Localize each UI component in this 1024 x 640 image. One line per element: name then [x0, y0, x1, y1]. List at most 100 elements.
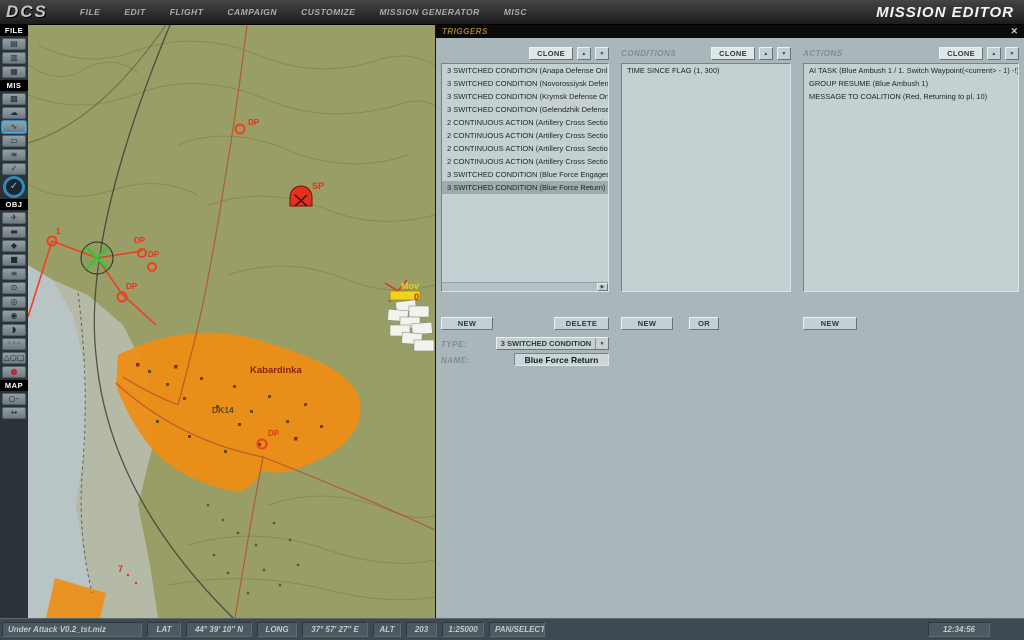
conditions-listbox: TIME SINCE FLAG (1, 300): [621, 63, 791, 292]
new-action-button[interactable]: NEW: [803, 317, 857, 330]
mission-editor-window: DCS FILE EDIT FLIGHT CAMPAIGN CUSTOMIZE MISSI…: [0, 0, 1024, 640]
action-item[interactable]: AI TASK (Blue Ambush 1 / 1. Switch Waypo…: [804, 64, 1018, 77]
toolbar-sidebar: FILE ▤▥▦ MIS ▩☁∿▭≡✓✓ OBJ ✈▬◆■≡⊙◎◉◗◦◦◦△○□…: [0, 25, 28, 618]
new-condition-button[interactable]: NEW: [621, 317, 673, 330]
svg-text:DP: DP: [248, 118, 260, 127]
conditions-label: CONDITIONS: [621, 49, 676, 58]
save-mission-icon[interactable]: ▦: [2, 66, 26, 78]
long-value: 37° 57' 27'' E: [302, 622, 368, 637]
bullseye-icon[interactable]: ●: [2, 366, 26, 378]
move-action-up-button[interactable]: ▲: [987, 47, 1001, 60]
helicopter-icon[interactable]: ▬: [2, 226, 26, 238]
open-mission-icon[interactable]: ▥: [2, 52, 26, 64]
clone-trigger-button[interactable]: CLONE: [529, 47, 573, 60]
cursor-mode: PAN/SELECT: [489, 622, 545, 637]
clone-action-button[interactable]: CLONE: [939, 47, 983, 60]
vehicle-group-icon[interactable]: ≡: [2, 268, 26, 280]
briefing-icon[interactable]: ≡: [2, 149, 26, 161]
ship-icon[interactable]: ◆: [2, 240, 26, 252]
radio-beacon-icon[interactable]: ◎: [2, 296, 26, 308]
move-trigger-up-button[interactable]: ▲: [577, 47, 591, 60]
triggers-panel-title: TRIGGERS: [442, 27, 488, 36]
actions-label: ACTIONS: [803, 49, 843, 58]
trigger-type-value: 3 SWITCHED CONDITION: [497, 339, 595, 348]
scroll-right-icon[interactable]: ▶: [597, 283, 608, 291]
or-condition-button[interactable]: OR: [689, 317, 719, 330]
initial-point-icon[interactable]: ◉: [2, 310, 26, 322]
alt-value: 203: [406, 622, 437, 637]
ruler-icon[interactable]: ↔: [2, 407, 26, 419]
airplane-icon[interactable]: ✈: [2, 212, 26, 224]
trigger-item[interactable]: 3 SWITCHED CONDITION (Novorossiysk Defen…: [442, 77, 608, 90]
zone-tool-icon[interactable]: ▭: [2, 135, 26, 147]
move-trigger-down-button[interactable]: ▼: [595, 47, 609, 60]
menu-item-edit[interactable]: EDIT: [124, 7, 145, 17]
trigger-item[interactable]: 2 CONTINUOUS ACTION (Artillery Cross Sec…: [442, 129, 608, 142]
trigger-item[interactable]: 2 CONTINUOUS ACTION (Artillery Cross Sec…: [442, 116, 608, 129]
new-mission-icon[interactable]: ▤: [2, 38, 26, 50]
svg-text:DP: DP: [134, 236, 146, 245]
route-tool-icon[interactable]: ∿: [2, 121, 26, 133]
condition-item[interactable]: TIME SINCE FLAG (1, 300): [622, 64, 790, 77]
trigger-name-input[interactable]: Blue Force Return: [514, 353, 609, 366]
menu-item-misc[interactable]: MISC: [504, 7, 527, 17]
trigger-item[interactable]: 3 SWITCHED CONDITION (Blue Force Engaged…: [442, 168, 608, 181]
static-object-icon[interactable]: ⊙: [2, 282, 26, 294]
action-item[interactable]: GROUP RESUME (Blue Ambush 1): [804, 77, 1018, 90]
district-label: DK14: [212, 405, 234, 415]
blue-ambush-unit-marker[interactable]: [81, 242, 113, 274]
menu-item-campaign[interactable]: CAMPAIGN: [227, 7, 277, 17]
svg-text:7: 7: [118, 564, 123, 574]
conditions-column: CONDITIONS CLONE ▲ ▼ TIME SINCE FLAG (1,…: [621, 46, 791, 292]
template-icon[interactable]: ◦◦◦: [2, 338, 26, 350]
actions-listbox: AI TASK (Blue Ambush 1 / 1. Switch Waypo…: [803, 63, 1019, 292]
triggers-column: CLONE ▲ ▼ 3 SWITCHED CONDITION (Anapa De…: [441, 46, 609, 292]
sidebar-section-file: FILE: [0, 25, 28, 36]
cargo-ship-icon[interactable]: ◗: [2, 324, 26, 336]
menu-item-mission-generator[interactable]: MISSION GENERATOR: [379, 7, 479, 17]
clone-condition-button[interactable]: CLONE: [711, 47, 755, 60]
triggers-list-hscrollbar[interactable]: ▶: [442, 282, 608, 291]
svg-text:DP: DP: [148, 250, 160, 259]
svg-text:DP: DP: [268, 429, 280, 438]
new-trigger-button[interactable]: NEW: [441, 317, 493, 330]
mission-options-icon[interactable]: ▩: [2, 93, 26, 105]
clock-time: 12:34:56: [928, 622, 990, 637]
type-field-label: TYPE:: [441, 340, 467, 349]
mission-filename: Under Attack V0.2_tst.miz: [2, 622, 142, 637]
town-label: Kabardinka: [250, 365, 302, 376]
menu-item-customize[interactable]: CUSTOMIZE: [301, 7, 355, 17]
menu-item-flight[interactable]: FLIGHT: [170, 7, 204, 17]
map-scale: 1:25000: [442, 622, 484, 637]
clock-icon[interactable]: ✓: [4, 177, 24, 197]
actions-column: ACTIONS CLONE ▲ ▼ AI TASK (Blue Ambush 1…: [803, 46, 1019, 292]
trigger-item[interactable]: 2 CONTINUOUS ACTION (Artillery Cross Sec…: [442, 155, 608, 168]
triggers-panel-titlebar: TRIGGERS ✕: [436, 25, 1024, 38]
trigger-item[interactable]: 3 SWITCHED CONDITION (Krymsk Defense Onl…: [442, 90, 608, 103]
move-condition-up-button[interactable]: ▲: [759, 47, 773, 60]
trigger-type-dropdown[interactable]: 3 SWITCHED CONDITION ▼: [496, 337, 609, 350]
sidebar-section-mis: MIS: [0, 80, 28, 91]
close-icon[interactable]: ✕: [1010, 27, 1018, 36]
move-condition-down-button[interactable]: ▼: [777, 47, 791, 60]
weather-icon[interactable]: ☁: [2, 107, 26, 119]
menu-bar: DCS FILE EDIT FLIGHT CAMPAIGN CUSTOMIZE MISSI…: [0, 0, 1024, 25]
trigger-item[interactable]: 3 SWITCHED CONDITION (Anapa Defense Onli…: [442, 64, 608, 77]
shapes-icon[interactable]: △○□: [2, 352, 26, 364]
move-action-down-button[interactable]: ▼: [1005, 47, 1019, 60]
vehicle-icon[interactable]: ■: [2, 254, 26, 266]
delete-trigger-button[interactable]: DELETE: [554, 317, 609, 330]
menu-item-file[interactable]: FILE: [80, 7, 100, 17]
action-item[interactable]: MESSAGE TO COALITION (Red, Returning to …: [804, 90, 1018, 103]
trigger-item[interactable]: 3 SWITCHED CONDITION (Blue Force Return): [442, 181, 608, 194]
trigger-item[interactable]: 2 CONTINUOUS ACTION (Artillery Cross Sec…: [442, 142, 608, 155]
map-canvas[interactable]: 1 DP DP DP DP DP: [28, 25, 435, 618]
goal-check-icon[interactable]: ✓: [2, 163, 26, 175]
dcs-logo: DCS: [6, 2, 48, 22]
trigger-item[interactable]: 3 SWITCHED CONDITION (Gelendzhik Defense…: [442, 103, 608, 116]
svg-text:Mov: Mov: [401, 281, 419, 291]
page-title: MISSION EDITOR: [876, 4, 1014, 21]
map-layers-icon[interactable]: ○–: [2, 393, 26, 405]
long-label: LONG: [257, 622, 297, 637]
status-bar: Under Attack V0.2_tst.miz LAT 44° 39' 10…: [0, 618, 1024, 640]
